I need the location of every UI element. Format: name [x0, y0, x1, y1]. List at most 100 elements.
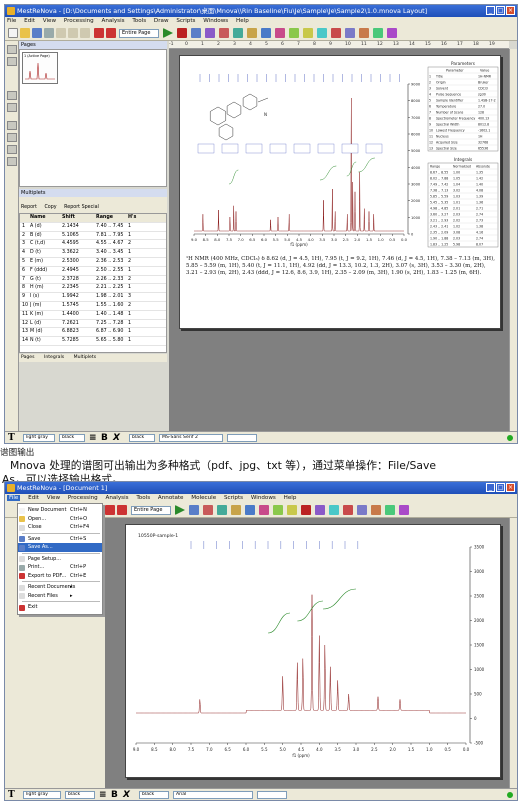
col-range[interactable]: Range: [96, 214, 126, 223]
multiplet-icon[interactable]: [275, 28, 285, 38]
peak-pick-icon[interactable]: [231, 505, 241, 515]
mnova-icon[interactable]: [315, 505, 325, 515]
table-row[interactable]: 14 N (t) 5.7285 5.65 .. 5.80 1: [20, 337, 166, 346]
table-icon[interactable]: [399, 505, 409, 515]
italic-icon[interactable]: X: [123, 789, 130, 800]
file-menu-item[interactable]: New Document Ctrl+N: [18, 506, 102, 515]
phase-icon[interactable]: [217, 505, 227, 515]
multiplet-box[interactable]: [293, 143, 311, 154]
table-row[interactable]: 1 A (d) 2.1434 7.40 .. 7.45 1: [20, 223, 166, 232]
multiplet-box[interactable]: [341, 143, 359, 154]
table-row[interactable]: 5 E (m) 2.5300 2.36 .. 2.53 2: [20, 258, 166, 267]
file-menu-item[interactable]: Page Setup...: [18, 555, 102, 564]
undo-icon[interactable]: [94, 28, 104, 38]
tab-multiplets[interactable]: Multiplets: [74, 355, 96, 360]
bg-color-select[interactable]: light gray: [23, 791, 61, 799]
baseline-icon[interactable]: [219, 28, 229, 38]
menu-tools[interactable]: Tools: [132, 18, 146, 24]
crosshair-icon[interactable]: [303, 28, 313, 38]
font-family-select[interactable]: MS-Sans Serif 2: [159, 434, 223, 442]
molecule-icon[interactable]: [357, 505, 367, 515]
minimize-button[interactable]: _: [486, 6, 495, 15]
menu-file[interactable]: File: [7, 495, 21, 501]
zoom-out-icon[interactable]: [331, 28, 341, 38]
paste-icon[interactable]: [80, 28, 90, 38]
integrate-icon[interactable]: [261, 28, 271, 38]
file-menu-item[interactable]: Open... Ctrl+O: [18, 515, 102, 524]
menu-analysis[interactable]: Analysis: [106, 495, 129, 501]
maximize-button[interactable]: □: [496, 483, 505, 492]
reference-icon[interactable]: [289, 28, 299, 38]
file-menu-item[interactable]: Save As...: [18, 543, 102, 552]
text-tool-icon[interactable]: T: [8, 432, 15, 443]
file-menu-item[interactable]: Print... Ctrl+P: [18, 563, 102, 572]
baseline-icon[interactable]: [203, 505, 213, 515]
zoom-combo[interactable]: Entire Page: [119, 29, 159, 38]
page-thumbnail[interactable]: 1 (Active Page): [22, 52, 58, 84]
play-icon[interactable]: [163, 28, 173, 38]
italic-icon[interactable]: X: [113, 432, 120, 443]
vertical-scrollbar[interactable]: [509, 518, 517, 790]
vertical-scrollbar[interactable]: [509, 49, 517, 433]
menu-help[interactable]: Help: [284, 495, 297, 501]
table-row[interactable]: 12 L (d) 7.2621 7.25 .. 7.28 1: [20, 320, 166, 329]
crosshair-icon[interactable]: [287, 505, 297, 515]
redo-icon[interactable]: [106, 28, 116, 38]
bold-icon[interactable]: B: [111, 789, 118, 800]
text-tool-icon[interactable]: T: [8, 789, 15, 800]
menu-view[interactable]: View: [43, 18, 56, 24]
menu-edit[interactable]: Edit: [28, 495, 39, 501]
menu-file[interactable]: File: [7, 18, 16, 24]
table-row[interactable]: 4 D (t) 3.3622 3.40 .. 3.45 1: [20, 249, 166, 258]
reference-icon[interactable]: [273, 505, 283, 515]
zoom-out-icon[interactable]: [343, 505, 353, 515]
cut-tool-icon[interactable]: [7, 157, 17, 166]
print-icon[interactable]: [44, 28, 54, 38]
select-tool-icon[interactable]: [7, 57, 17, 66]
close-button[interactable]: ×: [506, 6, 515, 15]
multiplet-box[interactable]: [197, 143, 215, 154]
molecule-structure[interactable]: [209, 93, 269, 141]
pan-tool-icon[interactable]: [7, 103, 17, 112]
line-color-select[interactable]: black: [59, 434, 85, 442]
play-icon[interactable]: [175, 505, 185, 515]
ruler-tool-icon[interactable]: [7, 145, 17, 154]
new-document-icon[interactable]: [8, 28, 18, 38]
menu-windows[interactable]: Windows: [251, 495, 276, 501]
minimize-button[interactable]: _: [486, 483, 495, 492]
menu-processing[interactable]: Processing: [68, 495, 98, 501]
fit-icon[interactable]: [191, 28, 201, 38]
menu-help[interactable]: Help: [236, 18, 249, 24]
menu-view[interactable]: View: [47, 495, 60, 501]
arrow-icon[interactable]: [373, 28, 383, 38]
col-shift[interactable]: Shift: [62, 214, 94, 223]
peak-pick-icon[interactable]: [247, 28, 257, 38]
phase-icon[interactable]: [233, 28, 243, 38]
menu-annotate[interactable]: Annotate: [158, 495, 184, 501]
pencil-tool-icon[interactable]: [7, 133, 17, 142]
menu-tools[interactable]: Tools: [136, 495, 150, 501]
table-row[interactable]: 8 H (m) 2.2345 2.21 .. 2.25 1: [20, 284, 166, 294]
zoom-tool-icon[interactable]: [7, 91, 17, 100]
col-hs[interactable]: H's: [128, 214, 158, 223]
text-icon[interactable]: [371, 505, 381, 515]
menu-processing[interactable]: Processing: [64, 18, 94, 24]
table-row[interactable]: 9 I (s) 1.9942 1.98 .. 2.01 3: [20, 293, 166, 302]
table-row[interactable]: 10 J (m) 1.5745 1.55 .. 1.60 2: [20, 302, 166, 311]
tab-integrals[interactable]: Integrals: [44, 355, 64, 360]
line-style-icon[interactable]: ≡: [99, 789, 107, 800]
col-name[interactable]: Name: [30, 214, 60, 223]
menu-molecule[interactable]: Molecule: [191, 495, 216, 501]
zoom-combo[interactable]: Entire Page: [131, 506, 171, 515]
file-menu-item[interactable]: Save Ctrl+S: [18, 535, 102, 544]
menu-draw[interactable]: Draw: [154, 18, 169, 24]
zoom-in-icon[interactable]: [317, 28, 327, 38]
menu-edit[interactable]: Edit: [24, 18, 35, 24]
copy-icon[interactable]: [68, 28, 78, 38]
font-family-select[interactable]: Arial: [173, 791, 253, 799]
tab-pages[interactable]: Pages: [21, 355, 35, 360]
file-menu-item[interactable]: Exit: [18, 603, 102, 612]
report-special-button[interactable]: Report Special: [64, 205, 99, 210]
integrate-icon[interactable]: [245, 505, 255, 515]
file-menu-item[interactable]: Close Ctrl+F4: [18, 523, 102, 532]
